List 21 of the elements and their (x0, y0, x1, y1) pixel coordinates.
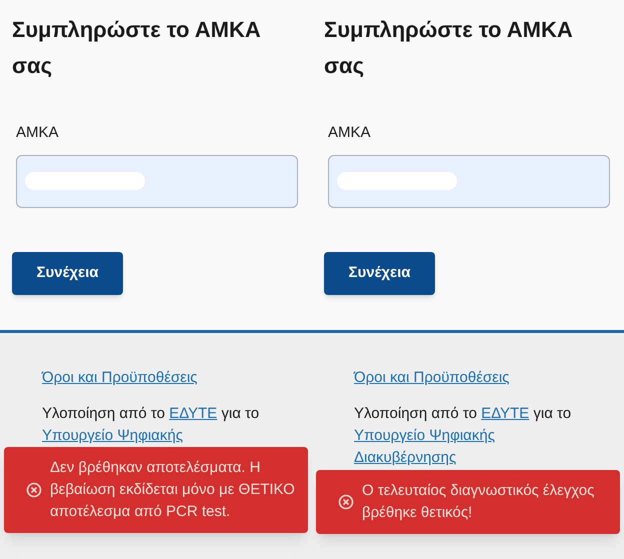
page-heading: Συμπληρώστε το ΑΜΚΑ σας (12, 16, 262, 80)
continue-button[interactable]: Συνέχεια (12, 252, 123, 294)
toast-message: Δεν βρέθηκαν αποτελέσματα. Η βεβαίωση εκδίδεται μόνο με ΘΕΤΙΚΟ αποτέλεσμα από PCR test. (50, 458, 295, 522)
field-label: ΑΜΚΑ (16, 123, 59, 143)
edyte-link[interactable]: ΕΔΥΤΕ (169, 405, 218, 422)
error-circle-icon (338, 494, 354, 510)
continue-button[interactable]: Συνέχεια (324, 252, 435, 294)
field-label: ΑΜΚΑ (328, 123, 371, 143)
amka-field[interactable] (16, 154, 298, 208)
credit-text: Υλοποίηση από το ΕΔΥΤΕ για το Υπουργείο Ψηφιακής (42, 404, 260, 446)
amka-field[interactable] (328, 154, 610, 208)
terms-link[interactable]: Όροι και Προϋποθέσεις (354, 369, 510, 386)
page-heading: Συμπληρώστε το ΑΜΚΑ σας (324, 16, 574, 80)
credit-text: Υλοποίηση από το ΕΔΥΤΕ για το Υπουργείο Ψηφιακής Διακυβέρνησης (354, 404, 572, 468)
ministry-link[interactable]: Διακυβέρνησης (354, 449, 456, 466)
edyte-link[interactable]: ΕΔΥΤΕ (481, 405, 530, 422)
error-circle-icon (26, 482, 42, 498)
terms-link[interactable]: Όροι και Προϋποθέσεις (42, 369, 198, 386)
ministry-link[interactable]: Υπουργείο Ψηφιακής (42, 427, 183, 444)
ministry-link[interactable]: Υπουργείο Ψηφιακής (354, 427, 495, 444)
toast-message: Ο τελευταίος διαγνωστικός έλεγχος βρέθηκε θετικός! (362, 481, 596, 523)
